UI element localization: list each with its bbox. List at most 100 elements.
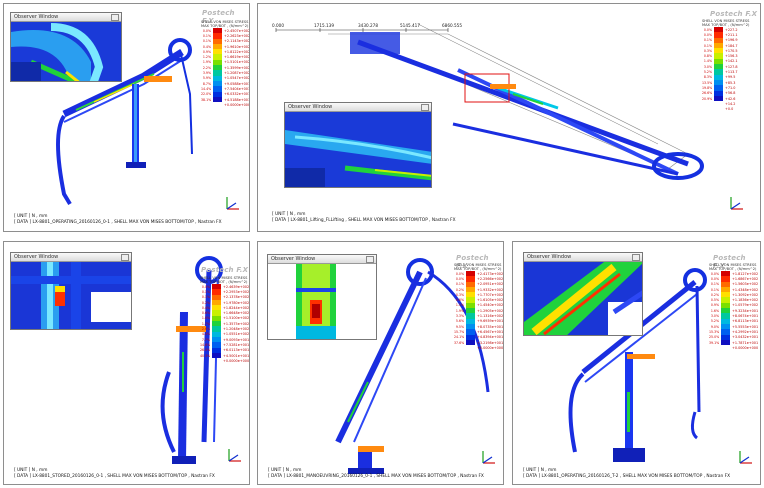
observer-title-bar[interactable]: Observer Window [11, 253, 131, 262]
legend-percent: 0.9% [202, 49, 211, 54]
legend-value: +1.6867e+002 [732, 276, 759, 281]
legend-row: 5.6% +9.6939e+001 [454, 318, 503, 324]
legend-value: +2.2566e+002 [477, 276, 504, 281]
close-icon[interactable] [121, 254, 129, 261]
legend-percent: 0.0% [455, 276, 464, 281]
legend-row: +0.0 [702, 106, 749, 111]
result-panel-stored: Observer Window Postech F.X SHELL VON MI… [3, 241, 250, 485]
legend-value: +8.0735e+001 [477, 324, 504, 329]
legend-percent: 0.0% [201, 284, 210, 289]
legend-percent: 0.9% [710, 303, 719, 308]
legend-row: 0.0% +2.2566e+002 [454, 276, 504, 282]
legend-percent: 39.1% [709, 340, 720, 345]
close-icon[interactable] [111, 14, 119, 21]
close-icon[interactable] [632, 254, 640, 261]
legend-row: 22.0% +6.0332e+001 [201, 91, 250, 97]
legend-percent: 24.1% [454, 335, 465, 340]
legend-percent: 1.2% [202, 55, 211, 60]
close-icon[interactable] [421, 104, 429, 111]
observer-title-bar[interactable]: Observer Window [524, 253, 642, 262]
legend-value: +1.4540e+002 [477, 303, 504, 308]
stress-legend: SHELL VON MISES STRESS MAX TOP/BOT , (N/m… [454, 263, 503, 350]
legend-value: +0.0 [725, 107, 734, 112]
legend-value: +1.2087e+002 [224, 71, 250, 76]
legend-row: 0.0% +2.4507e+002 [201, 28, 250, 34]
legend-value: +2.0951e+002 [477, 282, 504, 287]
legend-value: +1.3092e+002 [732, 292, 759, 297]
legend-value: +1.1836e+002 [732, 298, 759, 303]
legend-value: +1.5100e+002 [223, 316, 250, 321]
legend-value: +1.6619e+002 [224, 55, 250, 60]
observer-window[interactable]: Observer Window [267, 254, 377, 340]
legend-value: +4.5188e+001 [224, 97, 250, 102]
stress-legend: SHELL VON MISES STRESS MAX TOP/BOT , (N/m… [709, 263, 758, 350]
legend-percent: 1.6% [710, 308, 719, 313]
scale-tick: 0.000 [272, 23, 284, 28]
legend-percent: 9.5% [455, 324, 464, 329]
legend-percent: 5.6% [455, 319, 464, 324]
legend-percent: 1.1% [455, 303, 464, 308]
legend-swatch [721, 339, 730, 346]
legend-value: +142.1 [725, 59, 738, 64]
observer-title-bar[interactable]: Observer Window [268, 255, 376, 264]
legend-value: +0.0000e+000 [224, 102, 250, 107]
legend-percent: 0.1% [201, 289, 210, 294]
legend-value: +1.0551e+002 [223, 332, 250, 337]
legend-row: 15.3% +4.2992e+001 [709, 329, 758, 335]
legend-value: +2.4507e+002 [224, 28, 250, 33]
observer-title: Observer Window [14, 254, 59, 260]
legend-row: 0.1% +2.1143e+002 [201, 38, 249, 44]
legend-row: 14.4% +7.5404e+001 [201, 86, 249, 92]
legend-row: 0.1% +1.5603e+002 [709, 281, 758, 287]
legend-percent: 5.2% [710, 319, 719, 324]
legend-percent: 9.0% [710, 324, 719, 329]
legend-row: 0.1% +2.1378e+002 [200, 294, 249, 300]
legend-row: +0.0000e+000 [454, 345, 503, 350]
legend-row: 5.9% +1.0547e+002 [201, 75, 249, 81]
legend-row: 0.0% +1.8127e+002 [709, 271, 758, 277]
legend-value: +1.5101e+002 [224, 60, 250, 65]
observer-window[interactable]: Observer Window [523, 252, 643, 336]
legend-value: +1.0579e+002 [732, 303, 759, 308]
legend-row: 37.6% +3.2198e+001 [454, 339, 504, 346]
close-icon[interactable] [366, 256, 374, 263]
axis-triad-icon [226, 197, 239, 210]
legend-value: +1.9332e+002 [477, 287, 504, 292]
result-caption: [ UNIT ] N , mm [ DATA ] LX-8801_Lifting… [272, 212, 456, 224]
observer-zoom-view [11, 22, 121, 81]
legend-row: 0.9% +1.8122e+002 [201, 49, 250, 55]
legend-percent: 0.0% [703, 27, 712, 32]
legend-value: +6.0332e+001 [224, 92, 250, 97]
legend-row: 39.1% +1.7871e+001 [709, 339, 758, 346]
legend-row: 0.4% +1.8244e+002 [200, 305, 249, 311]
legend-row: 4.4% +1.0551e+002 [200, 331, 250, 337]
legend-percent: 2.6% [201, 327, 210, 332]
legend-percent: 0.5% [710, 298, 719, 303]
legend-row: 1.7% +1.3575e+002 [200, 321, 249, 327]
scale-tick: 6860.555 [442, 23, 462, 28]
legend-subtitle: MAX TOP/BOT , (N/mm^2) [702, 23, 750, 27]
legend-value: +1.1316e+002 [477, 314, 504, 319]
observer-window[interactable]: Observer Window [10, 12, 122, 82]
legend-value: +1.8122e+002 [224, 49, 250, 54]
legend-percent: 0.6% [201, 311, 210, 316]
observer-title-bar[interactable]: Observer Window [11, 13, 121, 22]
legend-percent: 0.4% [202, 44, 211, 49]
legend-percent: 7.7% [201, 337, 210, 342]
observer-window[interactable]: Observer Window [10, 252, 132, 330]
legend-value: +1.9780e+002 [223, 300, 250, 305]
result-panel-operating-2: Observer Window Postech F.X SHELL VON MI… [512, 241, 761, 485]
observer-zoom-view [524, 262, 642, 335]
legend-value: +3.2198e+001 [477, 340, 504, 345]
legend-row: 0.1% +2.2623e+002 [201, 33, 249, 39]
legend-row: 1.9% +1.2905e+002 [454, 308, 503, 314]
observer-window[interactable]: Observer Window [284, 102, 432, 188]
observer-title-bar[interactable]: Observer Window [285, 103, 431, 112]
legend-row: 0.1% +2.2953e+002 [200, 289, 249, 295]
legend-percent: 0.0% [710, 271, 719, 276]
legend-percent: 1.0% [201, 316, 210, 321]
legend-percent: 26.6% [702, 91, 713, 96]
result-panel-manoeuvring: Observer Window Postech F.X SHELL VON MI… [257, 241, 504, 485]
legend-value: +1.4348e+002 [732, 287, 759, 292]
legend-percent: 25.0% [709, 335, 720, 340]
